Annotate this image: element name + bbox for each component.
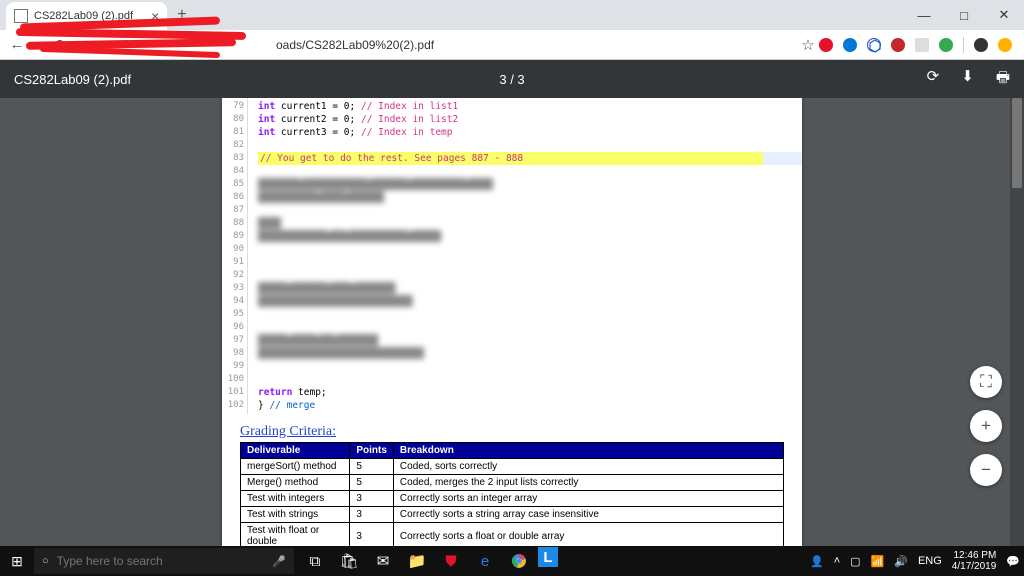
page-indicator[interactable]: 3 / 3 bbox=[499, 72, 524, 87]
window-controls: — □ ✕ bbox=[904, 0, 1024, 30]
pdf-viewport[interactable]: 7980818283848586878889909192939495969798… bbox=[0, 98, 1024, 546]
start-button[interactable]: ⊞ bbox=[0, 553, 34, 570]
pdf-toolbar: CS282Lab09 (2).pdf 3 / 3 ⟳ ⬇ 🖶 bbox=[0, 60, 1024, 98]
scroll-thumb[interactable] bbox=[1012, 98, 1022, 188]
address-bar: ← → ⟳ xxxxxxxxxxxxxxxxxxxxxxxxxxxxxxxxxo… bbox=[0, 30, 1024, 60]
tray-chevron-icon[interactable]: ˄ bbox=[834, 555, 840, 567]
comment: // Index in list1 bbox=[361, 101, 458, 112]
edge-icon[interactable]: e bbox=[470, 547, 500, 575]
table-row: mergeSort() method5Coded, sorts correctl… bbox=[241, 459, 784, 475]
code-block: 7980818283848586878889909192939495969798… bbox=[222, 98, 802, 414]
vertical-scrollbar[interactable] bbox=[1010, 98, 1024, 546]
url-text: oads/CS282Lab09%20(2).pdf bbox=[276, 38, 434, 52]
notifications-icon[interactable]: 💬 bbox=[1006, 555, 1020, 568]
table-row: Test with strings3Correctly sorts a stri… bbox=[241, 507, 784, 523]
taskbar-pinned: ⧉ 🛍 ✉ 📁 ⛊ e L bbox=[300, 547, 558, 575]
new-tab-button[interactable]: + bbox=[177, 6, 186, 24]
maximize-button[interactable]: □ bbox=[944, 0, 984, 30]
tray-wifi-icon[interactable]: 📶 bbox=[871, 555, 885, 568]
browser-tab[interactable]: CS282Lab09 (2).pdf × bbox=[6, 2, 167, 30]
table-row: Test with float or double3Correctly sort… bbox=[241, 523, 784, 547]
grading-table: Deliverable Points Breakdown mergeSort()… bbox=[240, 442, 784, 546]
tray-lang[interactable]: ENG bbox=[918, 555, 942, 567]
bookmark-star-icon[interactable]: ☆ bbox=[797, 36, 819, 54]
system-tray: 👤 ˄ ▢ 📶 🔊 ENG 12:46 PM 4/17/2019 💬 bbox=[810, 550, 1024, 572]
separator bbox=[963, 37, 964, 53]
extension-icon[interactable] bbox=[867, 38, 881, 52]
pdf-page: 7980818283848586878889909192939495969798… bbox=[222, 98, 802, 546]
keyword: int bbox=[258, 101, 275, 112]
file-explorer-icon[interactable]: 📁 bbox=[402, 547, 432, 575]
extension-icon[interactable] bbox=[998, 38, 1012, 52]
grading-section: Grading Criteria: Deliverable Points Bre… bbox=[222, 414, 802, 546]
back-button[interactable]: ← bbox=[6, 36, 28, 53]
profile-avatar[interactable] bbox=[974, 38, 988, 52]
search-icon: ○ bbox=[42, 555, 49, 567]
download-button[interactable]: ⬇ bbox=[961, 67, 974, 92]
app-icon[interactable]: L bbox=[538, 547, 558, 567]
extension-icon[interactable] bbox=[819, 38, 833, 52]
extension-icon[interactable] bbox=[939, 38, 953, 52]
store-icon[interactable]: 🛍 bbox=[334, 547, 364, 575]
taskbar-clock[interactable]: 12:46 PM 4/17/2019 bbox=[952, 550, 997, 572]
extension-icon[interactable] bbox=[915, 38, 929, 52]
browser-titlebar: CS282Lab09 (2).pdf × + — □ ✕ bbox=[0, 0, 1024, 30]
zoom-out-button[interactable]: − bbox=[970, 454, 1002, 486]
mail-icon[interactable]: ✉ bbox=[368, 547, 398, 575]
table-row: Test with integers3Correctly sorts an in… bbox=[241, 491, 784, 507]
tab-title: CS282Lab09 (2).pdf bbox=[34, 10, 133, 22]
mcafee-icon[interactable]: ⛊ bbox=[436, 547, 466, 575]
rotate-button[interactable]: ⟳ bbox=[927, 67, 940, 92]
line-gutter: 7980818283848586878889909192939495969798… bbox=[222, 98, 248, 414]
tray-battery-icon[interactable]: ▢ bbox=[850, 555, 860, 568]
zoom-in-button[interactable]: + bbox=[970, 410, 1002, 442]
pdf-filename: CS282Lab09 (2).pdf bbox=[14, 72, 131, 87]
extension-icon[interactable] bbox=[891, 38, 905, 52]
col-deliverable: Deliverable bbox=[241, 443, 350, 459]
url-field[interactable]: xxxxxxxxxxxxxxxxxxxxxxxxxxxxxxxxxoads/CS… bbox=[72, 38, 797, 52]
taskbar-search[interactable]: ○ 🎤 bbox=[34, 548, 294, 574]
print-button[interactable]: 🖶 bbox=[996, 67, 1010, 92]
reload-button[interactable]: ⟳ bbox=[50, 36, 72, 54]
mic-icon[interactable]: 🎤 bbox=[272, 555, 286, 568]
windows-taskbar: ⊞ ○ 🎤 ⧉ 🛍 ✉ 📁 ⛊ e L 👤 ˄ ▢ 📶 🔊 ENG 12:46 … bbox=[0, 546, 1024, 576]
minimize-button[interactable]: — bbox=[904, 0, 944, 30]
file-icon bbox=[14, 9, 28, 23]
fit-page-button[interactable]: ⛶ bbox=[970, 366, 1002, 398]
col-breakdown: Breakdown bbox=[393, 443, 783, 459]
task-view-icon[interactable]: ⧉ bbox=[300, 547, 330, 575]
table-row: Merge() method5Coded, merges the 2 input… bbox=[241, 475, 784, 491]
zoom-controls: ⛶ + − bbox=[970, 366, 1002, 486]
forward-button[interactable]: → bbox=[28, 36, 50, 53]
code-content: int current1 = 0; // Index in list1 int … bbox=[248, 98, 802, 414]
tray-volume-icon[interactable]: 🔊 bbox=[894, 555, 908, 568]
extension-icons bbox=[819, 37, 1018, 53]
extension-icon[interactable] bbox=[843, 38, 857, 52]
close-tab-icon[interactable]: × bbox=[151, 8, 159, 24]
search-input[interactable] bbox=[57, 554, 273, 568]
col-points: Points bbox=[350, 443, 394, 459]
blurred-code: ███████ ███████████ ██████ █████████ ███… bbox=[258, 165, 802, 373]
highlighted-comment: // You get to do the rest. See pages 887… bbox=[258, 152, 763, 165]
grading-heading: Grading Criteria: bbox=[240, 424, 784, 440]
tray-people-icon[interactable]: 👤 bbox=[810, 555, 824, 568]
close-window-button[interactable]: ✕ bbox=[984, 0, 1024, 30]
chrome-icon[interactable] bbox=[504, 547, 534, 575]
